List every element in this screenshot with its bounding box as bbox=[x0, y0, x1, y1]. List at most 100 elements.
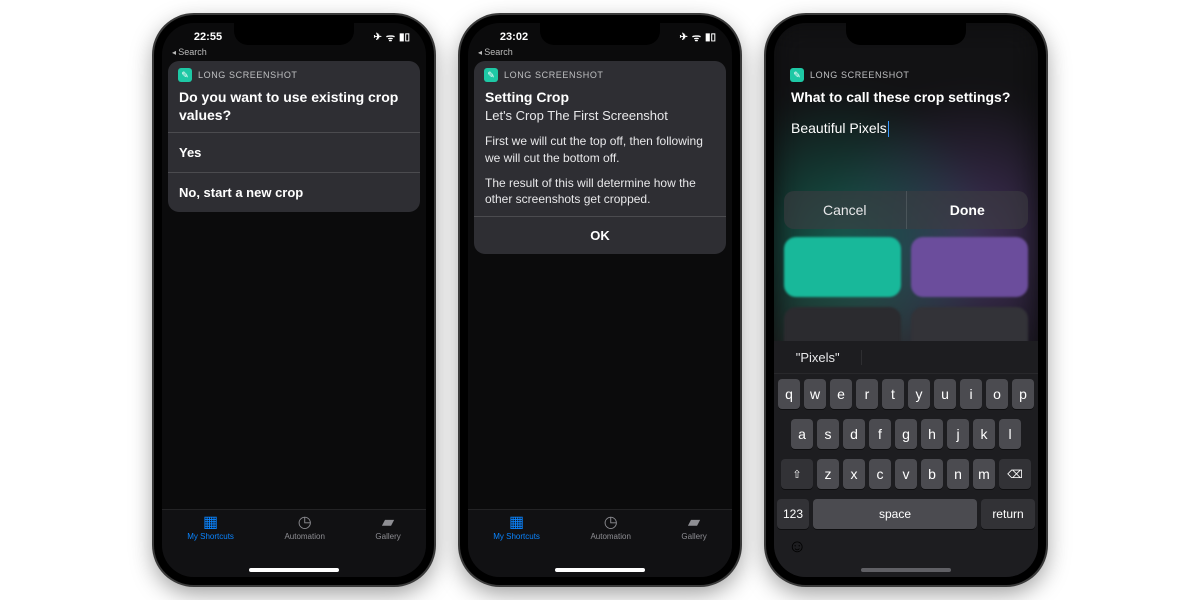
phone-mockup-3: LONG SCREENSHOT What to call these crop … bbox=[766, 15, 1046, 585]
clock-icon: ◷ bbox=[604, 515, 618, 531]
status-time: 23:02 bbox=[484, 31, 544, 43]
key-d[interactable]: d bbox=[843, 419, 865, 449]
key-h[interactable]: h bbox=[921, 419, 943, 449]
ios-keyboard: "Pixels" q w e r t y u i o p a s d f bbox=[774, 341, 1038, 577]
key-t[interactable]: t bbox=[882, 379, 904, 409]
tab-label: Gallery bbox=[681, 532, 706, 541]
crop-name-input[interactable]: Beautiful Pixels bbox=[780, 114, 1032, 151]
grid-icon: ▦ bbox=[509, 515, 524, 531]
key-u[interactable]: u bbox=[934, 379, 956, 409]
home-indicator[interactable] bbox=[861, 568, 951, 572]
key-p[interactable]: p bbox=[1012, 379, 1034, 409]
shortcut-app-name: LONG SCREENSHOT bbox=[198, 70, 298, 80]
key-v[interactable]: v bbox=[895, 459, 917, 489]
key-e[interactable]: e bbox=[830, 379, 852, 409]
stack-icon: ▰ bbox=[688, 515, 700, 531]
tab-gallery[interactable]: ▰ Gallery bbox=[681, 515, 706, 541]
backspace-key[interactable]: ⌫ bbox=[999, 459, 1031, 489]
shortcut-tile[interactable] bbox=[911, 237, 1028, 297]
ok-button[interactable]: OK bbox=[474, 216, 726, 254]
key-row-3: ⇧ z x c v b n m ⌫ bbox=[774, 454, 1038, 494]
text-cursor bbox=[888, 121, 890, 137]
tab-automation[interactable]: ◷ Automation bbox=[284, 515, 324, 541]
emoji-key[interactable]: ☺ bbox=[788, 536, 806, 557]
cancel-button[interactable]: Cancel bbox=[784, 191, 907, 229]
info-body-1: First we will cut the top off, then foll… bbox=[474, 133, 726, 175]
back-to-search[interactable]: Search bbox=[478, 47, 513, 57]
battery-icon: ▮▯ bbox=[705, 32, 716, 43]
key-l[interactable]: l bbox=[999, 419, 1021, 449]
done-button[interactable]: Done bbox=[907, 191, 1029, 229]
grid-icon: ▦ bbox=[203, 515, 218, 531]
device-notch bbox=[234, 23, 354, 45]
key-a[interactable]: a bbox=[791, 419, 813, 449]
key-s[interactable]: s bbox=[817, 419, 839, 449]
key-r[interactable]: r bbox=[856, 379, 878, 409]
tab-label: Automation bbox=[590, 532, 630, 541]
info-subtitle: Let's Crop The First Screenshot bbox=[485, 108, 668, 123]
shortcut-prompt-card: LONG SCREENSHOT Do you want to use exist… bbox=[168, 61, 420, 212]
status-time: 22:55 bbox=[178, 31, 238, 43]
key-i[interactable]: i bbox=[960, 379, 982, 409]
info-title: Setting Crop Let's Crop The First Screen… bbox=[474, 84, 726, 133]
tab-automation[interactable]: ◷ Automation bbox=[590, 515, 630, 541]
key-g[interactable]: g bbox=[895, 419, 917, 449]
stack-icon: ▰ bbox=[382, 515, 394, 531]
tab-label: My Shortcuts bbox=[493, 532, 540, 541]
key-m[interactable]: m bbox=[973, 459, 995, 489]
airplane-icon: ✈ bbox=[679, 32, 687, 43]
key-o[interactable]: o bbox=[986, 379, 1008, 409]
prompt-question: Do you want to use existing crop values? bbox=[168, 84, 420, 132]
key-x[interactable]: x bbox=[843, 459, 865, 489]
status-icons: ✈ ᯤ ▮▯ bbox=[373, 30, 410, 44]
key-c[interactable]: c bbox=[869, 459, 891, 489]
key-row-4: 123 space return bbox=[774, 494, 1038, 532]
home-indicator[interactable] bbox=[555, 568, 645, 572]
return-key[interactable]: return bbox=[981, 499, 1035, 529]
device-notch bbox=[846, 23, 966, 45]
shortcut-app-icon bbox=[484, 68, 498, 82]
key-b[interactable]: b bbox=[921, 459, 943, 489]
tab-label: My Shortcuts bbox=[187, 532, 234, 541]
predictive-bar: "Pixels" bbox=[774, 341, 1038, 374]
key-row-1: q w e r t y u i o p bbox=[774, 374, 1038, 414]
key-y[interactable]: y bbox=[908, 379, 930, 409]
key-z[interactable]: z bbox=[817, 459, 839, 489]
option-no-new-crop[interactable]: No, start a new crop bbox=[168, 172, 420, 212]
keyboard-footer: ☺ bbox=[774, 532, 1038, 557]
key-q[interactable]: q bbox=[778, 379, 800, 409]
numbers-key[interactable]: 123 bbox=[777, 499, 809, 529]
tab-label: Gallery bbox=[375, 532, 400, 541]
key-j[interactable]: j bbox=[947, 419, 969, 449]
phone-mockup-1: 22:55 ✈ ᯤ ▮▯ Search LONG SCREENSHOT Do y… bbox=[154, 15, 434, 585]
input-prompt: What to call these crop settings? bbox=[780, 84, 1032, 114]
shortcut-info-card: LONG SCREENSHOT Setting Crop Let's Crop … bbox=[474, 61, 726, 254]
home-indicator[interactable] bbox=[249, 568, 339, 572]
space-key[interactable]: space bbox=[813, 499, 977, 529]
wifi-icon: ᯤ bbox=[692, 30, 701, 44]
phone-mockup-2: 23:02 ✈ ᯤ ▮▯ Search LONG SCREENSHOT Sett… bbox=[460, 15, 740, 585]
key-w[interactable]: w bbox=[804, 379, 826, 409]
tab-my-shortcuts[interactable]: ▦ My Shortcuts bbox=[493, 515, 540, 541]
battery-icon: ▮▯ bbox=[399, 32, 410, 43]
info-body-2: The result of this will determine how th… bbox=[474, 175, 726, 217]
key-f[interactable]: f bbox=[869, 419, 891, 449]
tab-gallery[interactable]: ▰ Gallery bbox=[375, 515, 400, 541]
shift-key[interactable]: ⇧ bbox=[781, 459, 813, 489]
shortcut-app-icon bbox=[178, 68, 192, 82]
input-action-row: Cancel Done bbox=[784, 191, 1028, 229]
status-icons: ✈ ᯤ ▮▯ bbox=[679, 30, 716, 44]
predictive-suggestion[interactable]: "Pixels" bbox=[774, 350, 862, 365]
key-k[interactable]: k bbox=[973, 419, 995, 449]
airplane-icon: ✈ bbox=[373, 32, 381, 43]
tab-my-shortcuts[interactable]: ▦ My Shortcuts bbox=[187, 515, 234, 541]
shortcut-tile[interactable] bbox=[784, 237, 901, 297]
tab-bar: ▦ My Shortcuts ◷ Automation ▰ Gallery bbox=[468, 509, 732, 577]
shortcut-app-name: LONG SCREENSHOT bbox=[504, 70, 604, 80]
wifi-icon: ᯤ bbox=[386, 30, 395, 44]
option-yes[interactable]: Yes bbox=[168, 132, 420, 172]
key-n[interactable]: n bbox=[947, 459, 969, 489]
back-to-search[interactable]: Search bbox=[172, 47, 207, 57]
device-notch bbox=[540, 23, 660, 45]
tab-bar: ▦ My Shortcuts ◷ Automation ▰ Gallery bbox=[162, 509, 426, 577]
